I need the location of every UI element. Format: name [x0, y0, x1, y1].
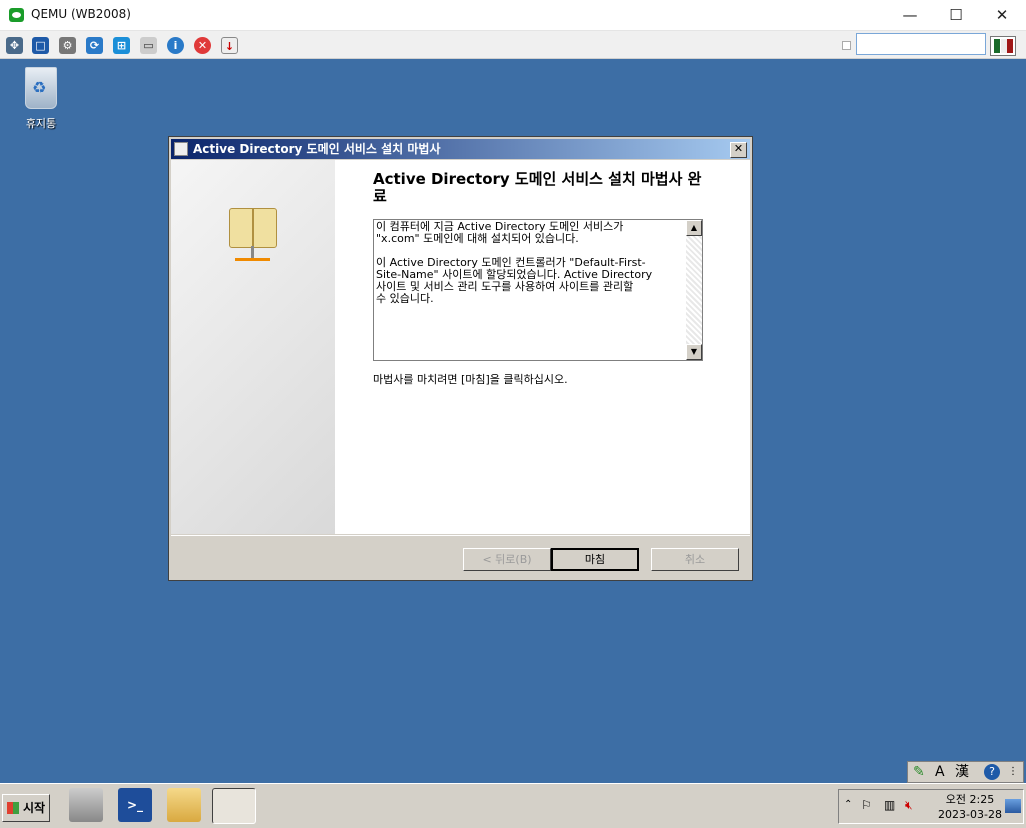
finish-button[interactable]: 마침 — [551, 548, 639, 571]
summary-text: 이 컴퓨터에 지금 Active Directory 도메인 서비스가 "x.c… — [376, 220, 653, 305]
summary-scrollbar[interactable]: ▲ ▼ — [686, 220, 702, 360]
fullscreen-icon[interactable]: □ — [32, 37, 49, 54]
host-window-title: QEMU (WB2008) — [31, 7, 131, 21]
refresh-icon[interactable]: ⟳ — [86, 37, 103, 54]
screenshot-icon[interactable]: ↓ — [221, 37, 238, 54]
minimize-button[interactable]: — — [887, 0, 933, 30]
book-base — [235, 258, 270, 261]
windows-logo-icon — [7, 802, 19, 814]
back-button[interactable]: < 뒤로(B) — [463, 548, 551, 571]
ime-mode-button[interactable]: A — [935, 762, 945, 782]
wizard-sidebar — [171, 160, 335, 534]
toolbar-small-checkbox[interactable] — [842, 41, 851, 50]
book-stand — [251, 246, 254, 258]
color-flag-icon[interactable] — [990, 36, 1016, 56]
show-desktop-icon[interactable] — [1005, 799, 1021, 813]
network-tray-icon[interactable]: ▥ — [884, 798, 895, 812]
start-button[interactable]: 시작 — [2, 794, 50, 822]
server-manager-icon[interactable] — [69, 788, 103, 822]
tray-date: 2023-03-28 — [938, 808, 1002, 821]
network-icon[interactable]: ✥ — [6, 37, 23, 54]
active-wizard-task[interactable] — [212, 788, 256, 824]
system-tray: ⌃ ⚐ ▥ 🔇︎ 오전 2:25 2023-03-28 — [838, 789, 1024, 824]
dialog-footer: < 뒤로(B) 마침 취소 — [171, 535, 750, 580]
flag-icon[interactable]: ⚐ — [861, 798, 872, 812]
ad-wizard-dialog: Active Directory 도메인 서비스 설치 마법사 ✕ Active… — [168, 136, 753, 581]
disk-icon[interactable]: ▭ — [140, 37, 157, 54]
qemu-app-icon — [9, 8, 24, 22]
toolbar-search-input[interactable] — [856, 33, 986, 55]
dialog-close-button[interactable]: ✕ — [730, 142, 747, 158]
tray-time: 오전 2:25 — [945, 793, 995, 806]
wizard-heading: Active Directory 도메인 서비스 설치 마법사 완료 — [373, 170, 702, 205]
recycle-bin-icon — [25, 67, 57, 109]
summary-textbox[interactable]: 이 컴퓨터에 지금 Active Directory 도메인 서비스가 "x.c… — [373, 219, 703, 361]
cancel-button[interactable]: 취소 — [651, 548, 739, 571]
stop-icon[interactable]: ✕ — [194, 37, 211, 54]
help-icon[interactable]: ? — [984, 764, 1000, 780]
language-bar: ✎ A 漢 ? ⋮ — [907, 761, 1024, 783]
explorer-folder-icon[interactable] — [167, 788, 201, 822]
recycle-bin[interactable]: 휴지통 — [18, 67, 64, 131]
finish-hint-text: 마법사를 마치려면 [마침]을 클릭하십시오. — [373, 373, 568, 386]
maximize-button[interactable]: ☐ — [933, 0, 979, 30]
recycle-bin-label: 휴지통 — [25, 117, 57, 130]
scroll-up-button[interactable]: ▲ — [686, 220, 702, 236]
host-titlebar: QEMU (WB2008) — ☐ ✕ — [0, 0, 1026, 31]
settings-icon[interactable]: ⚙ — [59, 37, 76, 54]
start-label: 시작 — [23, 801, 46, 815]
tray-clock[interactable]: 오전 2:25 2023-03-28 — [935, 792, 1005, 822]
windows-icon[interactable]: ⊞ — [113, 37, 130, 54]
guest-taskbar: 시작 >_ ⌃ ⚐ ▥ 🔇︎ 오전 2:25 2023-03-28 — [0, 783, 1026, 828]
close-button[interactable]: ✕ — [979, 0, 1025, 30]
ime-pen-icon[interactable]: ✎ — [913, 762, 925, 782]
scroll-down-button[interactable]: ▼ — [686, 344, 702, 360]
language-bar-options-icon[interactable]: ⋮ — [1008, 762, 1018, 782]
powershell-icon[interactable]: >_ — [118, 788, 152, 822]
info-icon[interactable]: i — [167, 37, 184, 54]
dialog-titlebar: Active Directory 도메인 서비스 설치 마법사 ✕ — [171, 139, 750, 159]
dialog-title: Active Directory 도메인 서비스 설치 마법사 — [193, 142, 441, 156]
chevron-up-icon[interactable]: ⌃ — [844, 799, 852, 810]
hanja-button[interactable]: 漢 — [955, 762, 969, 782]
speaker-muted-icon[interactable]: 🔇︎ — [905, 798, 913, 813]
dialog-body: Active Directory 도메인 서비스 설치 마법사 완료 이 컴퓨터… — [171, 160, 750, 534]
wizard-icon — [174, 142, 188, 156]
directory-book-icon — [229, 208, 277, 248]
